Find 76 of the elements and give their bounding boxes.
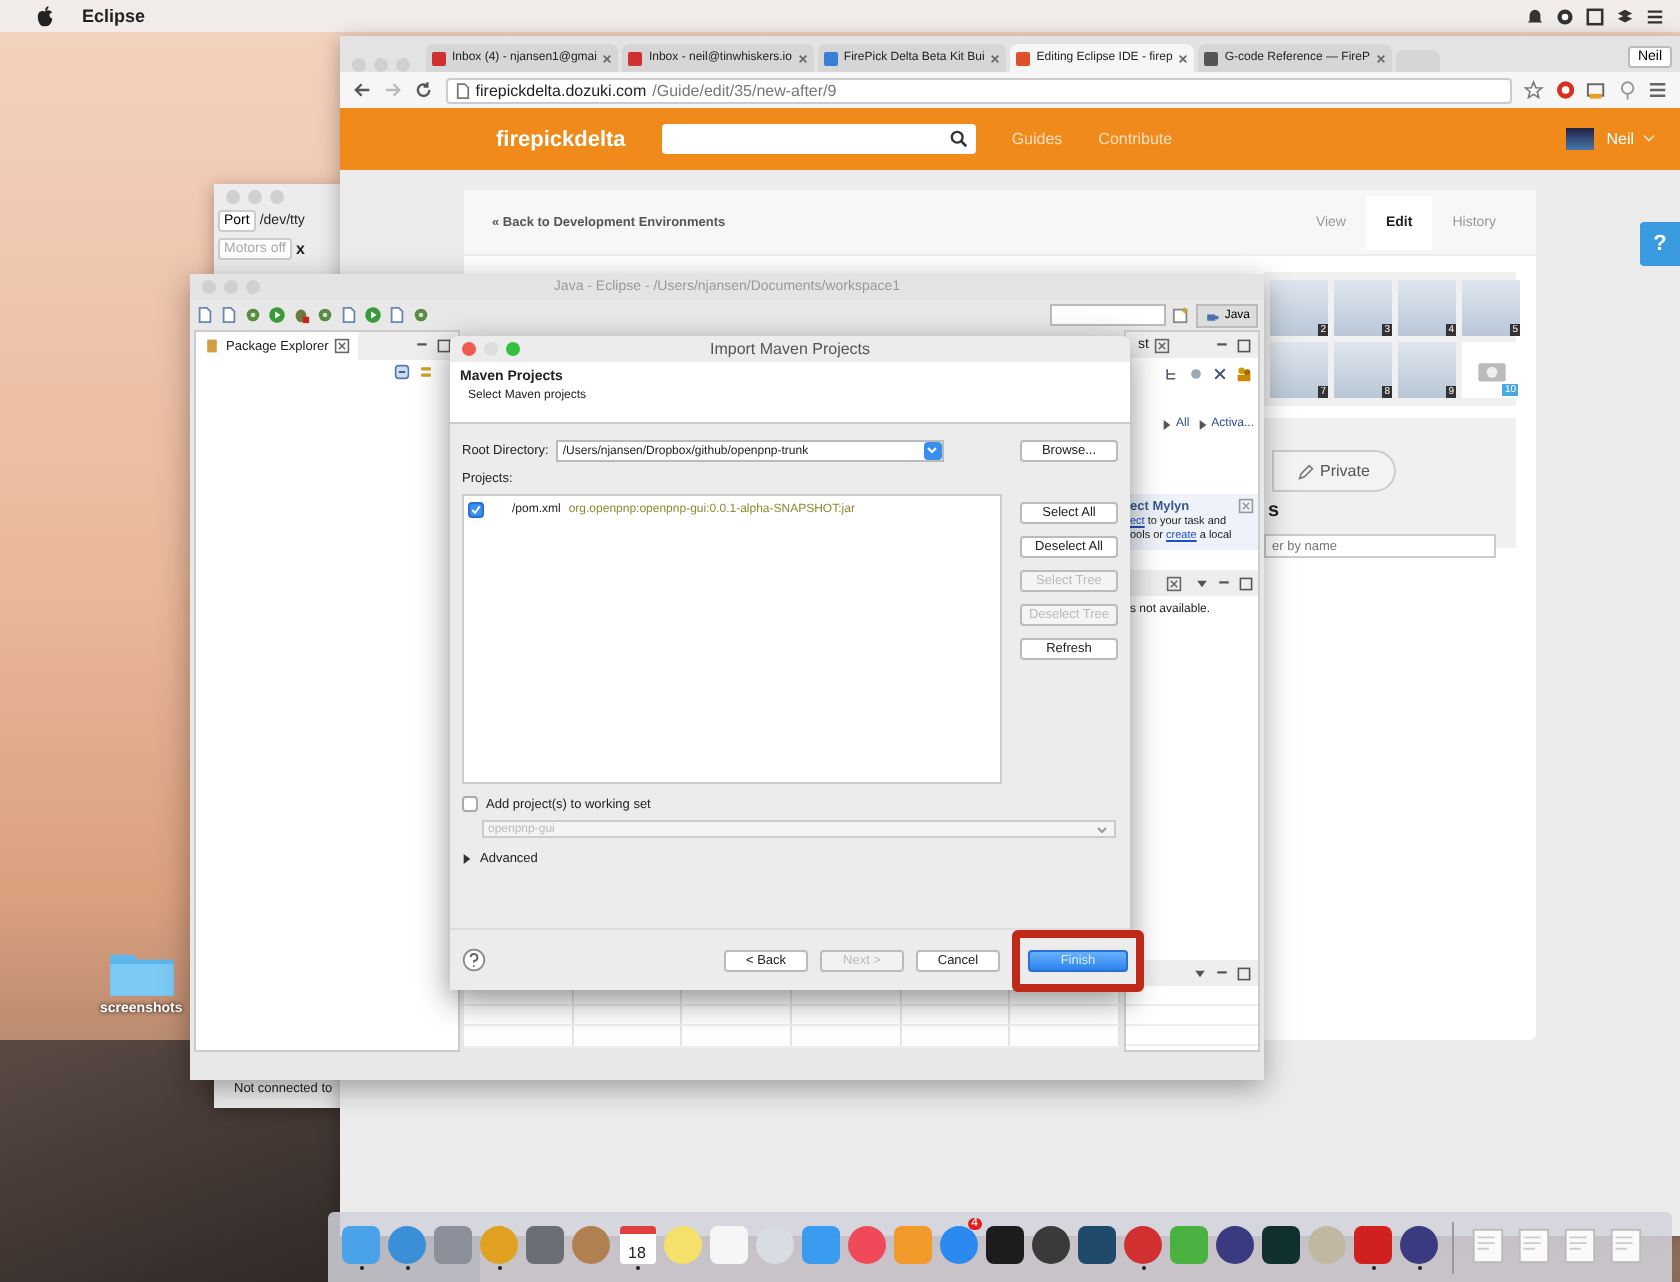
- help-icon[interactable]: [462, 948, 486, 972]
- view-menu-icon[interactable]: [1192, 965, 1208, 981]
- close-icon[interactable]: [797, 53, 808, 63]
- maximize-icon[interactable]: [1236, 965, 1252, 981]
- printer-icon[interactable]: [1586, 80, 1606, 100]
- close-icon[interactable]: [1376, 53, 1387, 63]
- package-icon: [204, 338, 220, 354]
- close-icon[interactable]: [1238, 498, 1254, 514]
- maximize-icon[interactable]: [1236, 337, 1252, 353]
- avatar-thumbnail[interactable]: [1566, 128, 1595, 150]
- app-menu[interactable]: Eclipse: [82, 6, 146, 26]
- app-icon[interactable]: [1262, 1225, 1300, 1263]
- status-circle-icon[interactable]: [1556, 7, 1574, 25]
- pin-icon[interactable]: [1617, 80, 1637, 100]
- gear-icon[interactable]: [244, 306, 262, 324]
- gear-icon[interactable]: [412, 306, 430, 324]
- document-icon[interactable]: [1560, 1225, 1598, 1263]
- document-icon[interactable]: [1468, 1225, 1506, 1263]
- dialog-title: Import Maven Projects: [709, 340, 871, 358]
- section-heading: s: [1266, 500, 1282, 522]
- favicon: [1016, 51, 1031, 65]
- app-icon[interactable]: [1032, 1225, 1070, 1263]
- stop-sign-icon[interactable]: [1555, 80, 1575, 100]
- app-icon[interactable]: [1078, 1225, 1116, 1263]
- private-button[interactable]: Private: [1272, 450, 1396, 492]
- bell-icon[interactable]: [1526, 7, 1544, 25]
- star-icon[interactable]: [1523, 80, 1544, 100]
- favicon: [823, 51, 838, 65]
- apple-logo-icon[interactable]: [36, 5, 54, 27]
- app-icon[interactable]: [1216, 1225, 1254, 1263]
- motors-suffix: x: [296, 240, 305, 258]
- close-icon[interactable]: [1178, 53, 1189, 63]
- favicon: [432, 51, 446, 65]
- project-checkbox[interactable]: [468, 502, 484, 518]
- caret-icon[interactable]: [1642, 134, 1656, 144]
- quick-access-field[interactable]: [1050, 304, 1167, 326]
- menu-icon[interactable]: [1646, 7, 1664, 25]
- view-menu-icon[interactable]: [1194, 575, 1210, 591]
- play-icon[interactable]: [364, 306, 382, 324]
- gear-icon[interactable]: [316, 306, 334, 324]
- document-icon[interactable]: [340, 306, 358, 324]
- app-icon[interactable]: [1400, 1225, 1438, 1263]
- maximize-icon[interactable]: [1238, 575, 1254, 591]
- tree-icon[interactable]: [1164, 366, 1180, 382]
- close-icon[interactable]: [1166, 575, 1182, 591]
- scissors-icon[interactable]: [1212, 366, 1228, 382]
- back-arrow-icon[interactable]: [352, 80, 372, 100]
- document-icon[interactable]: [1606, 1225, 1644, 1263]
- document-icon[interactable]: [1514, 1225, 1552, 1263]
- triangle-icon: [1197, 419, 1208, 429]
- menu-icon[interactable]: [1648, 80, 1668, 100]
- open-perspective-icon[interactable]: [1172, 306, 1191, 324]
- people-icon[interactable]: [1236, 366, 1252, 382]
- reload-icon[interactable]: [414, 80, 434, 100]
- triangle-icon: [1161, 419, 1172, 429]
- close-icon[interactable]: [602, 53, 613, 63]
- document-icon[interactable]: [388, 306, 406, 324]
- favicon: [1204, 51, 1219, 65]
- maximize-icon[interactable]: [436, 338, 452, 354]
- search-icon[interactable]: [949, 130, 968, 148]
- box-icon[interactable]: [1616, 7, 1634, 25]
- close-icon[interactable]: [990, 53, 1001, 63]
- play-icon[interactable]: [268, 306, 286, 324]
- collapsed-triangle-icon[interactable]: [462, 854, 472, 864]
- site-search-field[interactable]: [661, 124, 976, 154]
- collapse-icon[interactable]: [394, 364, 410, 380]
- close-icon: [334, 338, 351, 354]
- close-icon[interactable]: [1154, 337, 1171, 353]
- favicon: [628, 51, 643, 65]
- app-icon[interactable]: [986, 1225, 1024, 1263]
- address-bar[interactable]: firepickdelta.dozuki.com /Guide/edit/35/new-after/9: [445, 77, 1512, 103]
- calendar-icon[interactable]: 18: [619, 1225, 655, 1263]
- bug-icon[interactable]: [292, 306, 310, 324]
- pencil-icon: [1298, 463, 1314, 479]
- camera-icon: [1475, 358, 1507, 382]
- square-icon[interactable]: [1586, 7, 1604, 25]
